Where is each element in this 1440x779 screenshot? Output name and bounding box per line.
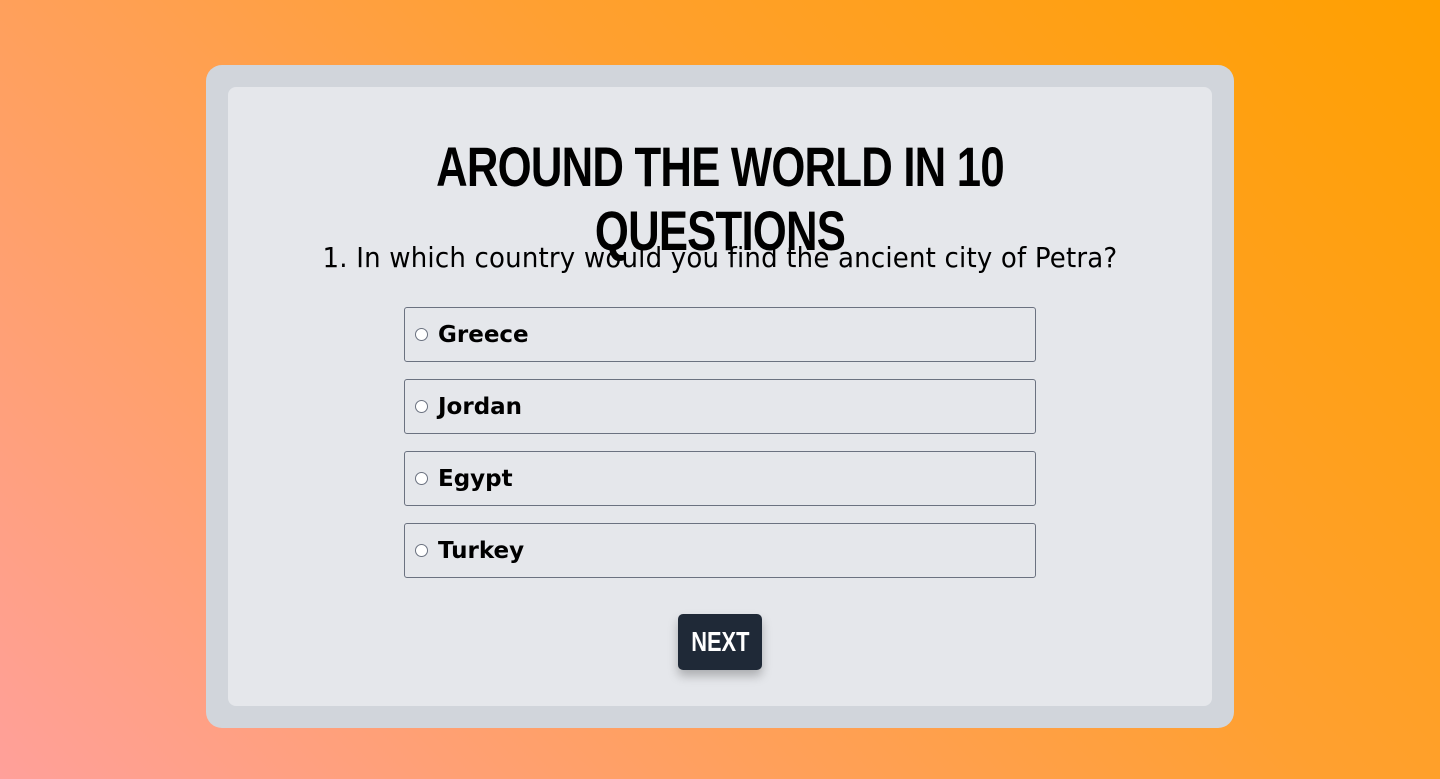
- option-label: Egypt: [438, 465, 513, 492]
- option-label: Jordan: [438, 393, 523, 420]
- option-label: Turkey: [438, 537, 525, 564]
- option-label: Greece: [438, 321, 529, 348]
- radio-button[interactable]: [415, 472, 428, 485]
- answer-options: Greece Jordan Egypt Turkey: [404, 307, 1036, 595]
- option-greece[interactable]: Greece: [404, 307, 1036, 362]
- next-button[interactable]: Next: [678, 614, 762, 670]
- next-button-label: Next: [690, 626, 750, 657]
- option-jordan[interactable]: Jordan: [404, 379, 1036, 434]
- radio-button[interactable]: [415, 328, 428, 341]
- option-turkey[interactable]: Turkey: [404, 523, 1036, 578]
- radio-button[interactable]: [415, 544, 428, 557]
- question-text: 1. In which country would you find the a…: [322, 241, 1118, 274]
- option-egypt[interactable]: Egypt: [404, 451, 1036, 506]
- quiz-card: Around the World in 10 Questions 1. In w…: [228, 87, 1212, 706]
- radio-button[interactable]: [415, 400, 428, 413]
- quiz-card-frame: Around the World in 10 Questions 1. In w…: [206, 65, 1234, 728]
